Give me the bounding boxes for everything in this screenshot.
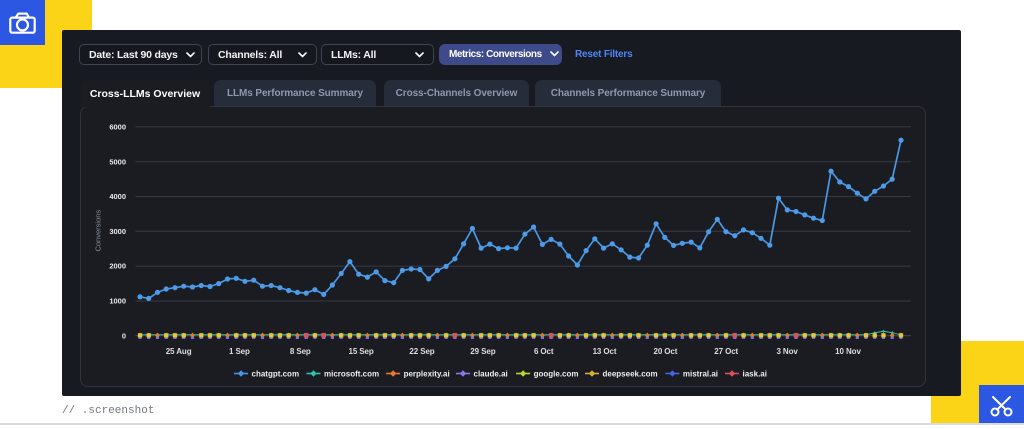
svg-text:2000: 2000	[109, 262, 126, 271]
svg-text:Conversions: Conversions	[93, 210, 102, 252]
svg-text:5000: 5000	[109, 157, 126, 166]
svg-text:6 Oct: 6 Oct	[534, 347, 554, 356]
svg-text:0: 0	[122, 331, 126, 340]
svg-text:29 Sep: 29 Sep	[470, 347, 495, 356]
svg-text:20 Oct: 20 Oct	[653, 347, 677, 356]
svg-text:chatgpt.com: chatgpt.com	[252, 370, 300, 379]
svg-text:13 Oct: 13 Oct	[593, 347, 617, 356]
svg-text:perplexity.ai: perplexity.ai	[404, 370, 450, 379]
svg-text:mistral.ai: mistral.ai	[683, 370, 718, 379]
svg-text:8 Sep: 8 Sep	[290, 347, 311, 356]
svg-text:3 Nov: 3 Nov	[776, 347, 798, 356]
svg-text:10 Nov: 10 Nov	[835, 347, 861, 356]
svg-text:microsoft.com: microsoft.com	[324, 370, 379, 379]
svg-text:6000: 6000	[109, 122, 126, 131]
svg-text:iask.ai: iask.ai	[743, 370, 767, 379]
svg-text:15 Sep: 15 Sep	[348, 347, 373, 356]
svg-text:1000: 1000	[109, 297, 126, 306]
svg-text:25 Aug: 25 Aug	[166, 347, 192, 356]
svg-text:22 Sep: 22 Sep	[409, 347, 434, 356]
svg-text:deepseek.com: deepseek.com	[603, 370, 658, 379]
svg-text:3000: 3000	[109, 227, 126, 236]
svg-text:claude.ai: claude.ai	[474, 370, 508, 379]
svg-text:4000: 4000	[109, 192, 126, 201]
svg-text:google.com: google.com	[534, 370, 579, 379]
svg-text:27 Oct: 27 Oct	[714, 347, 738, 356]
svg-text:1 Sep: 1 Sep	[229, 347, 250, 356]
